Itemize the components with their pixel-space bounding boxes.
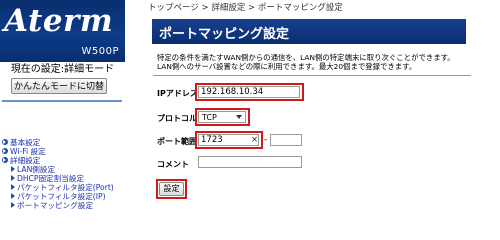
clear-icon[interactable]: × (251, 134, 258, 146)
current-mode-text: 現在の設定:詳細モード (10, 64, 115, 75)
arrow-icon (11, 184, 15, 190)
circle-arrow-icon (2, 139, 8, 145)
description-line: 特定の条件を満たすWAN側からの通信を、LAN側の特定端末に取り次ぐことができま… (157, 53, 455, 62)
circle-arrow-icon (2, 148, 8, 154)
ip-address-input[interactable] (198, 86, 300, 98)
nav-item-packet-filter-ip[interactable]: パケットフィルタ設定(IP) (0, 192, 125, 201)
nav-item-label: LAN側設定 (17, 165, 56, 174)
port-range-label: ポート範囲 (157, 137, 197, 146)
nav-item-label: 詳細設定 (10, 156, 41, 165)
nav-item-port-mapping[interactable]: ポートマッピング設定 (0, 201, 125, 210)
comment-label: コメント (157, 160, 189, 169)
nav-item-dhcp-static[interactable]: DHCP固定割当設定 (0, 174, 125, 183)
arrow-icon (11, 202, 15, 208)
nav-item-packet-filter-port[interactable]: パケットフィルタ設定(Port) (0, 183, 125, 192)
nav-item-advanced-settings[interactable]: 詳細設定 (0, 156, 125, 165)
nav-item-lan-settings[interactable]: LAN側設定 (0, 165, 125, 174)
model-name: W500P (81, 46, 119, 57)
nav-item-label: パケットフィルタ設定(Port) (17, 183, 114, 192)
comment-input[interactable] (198, 156, 302, 168)
circle-arrow-icon (2, 157, 8, 163)
breadcrumb: トップページ > 詳細設定 > ポートマッピング設定 (148, 3, 343, 13)
port-end-input[interactable] (270, 134, 302, 146)
chevron-down-icon (236, 115, 242, 119)
switch-simple-mode-button[interactable]: かんたんモードに切替 (11, 78, 107, 94)
nav-item-label: DHCP固定割当設定 (17, 174, 85, 183)
nav-item-wifi-settings[interactable]: Wi-Fi 設定 (0, 147, 125, 156)
protocol-selected-value: TCP (202, 113, 217, 122)
page-title: ポートマッピング設定 (159, 27, 290, 42)
page-description: 特定の条件を満たすWAN側からの通信を、LAN側の特定端末に取り次ぐことができま… (157, 53, 471, 71)
arrow-icon (11, 166, 15, 172)
set-button[interactable]: 設定 (159, 182, 184, 196)
arrow-icon (11, 193, 15, 199)
page-title-bar: ポートマッピング設定 (152, 19, 466, 44)
nav-item-label: ポートマッピング設定 (17, 201, 93, 210)
description-line: LAN側へのサーバ設置などの際に利用できます。最大20個まで登録できます。 (157, 62, 417, 71)
sidebar: Aterm W500P 現在の設定:詳細モード かんたんモードに切替 基本設定 … (0, 0, 125, 210)
nav-item-label: 基本設定 (10, 138, 41, 147)
nav-item-label: パケットフィルタ設定(IP) (17, 192, 106, 201)
protocol-select[interactable]: TCP (198, 111, 246, 123)
protocol-label: プロトコル (157, 114, 197, 123)
logo-panel: Aterm W500P (0, 0, 125, 62)
nav-item-label: Wi-Fi 設定 (10, 147, 46, 156)
range-separator: - (264, 135, 268, 145)
divider (153, 75, 471, 76)
sidebar-nav: 基本設定 Wi-Fi 設定 詳細設定 LAN側設定 DHCP固定割当設定 パケッ… (0, 138, 125, 210)
port-start-input[interactable] (198, 134, 259, 146)
aterm-logo: Aterm (4, 3, 114, 39)
ip-address-label: IPアドレス (157, 89, 198, 98)
sidebar-divider (2, 100, 122, 102)
arrow-icon (11, 175, 15, 181)
nav-item-basic-settings[interactable]: 基本設定 (0, 138, 125, 147)
